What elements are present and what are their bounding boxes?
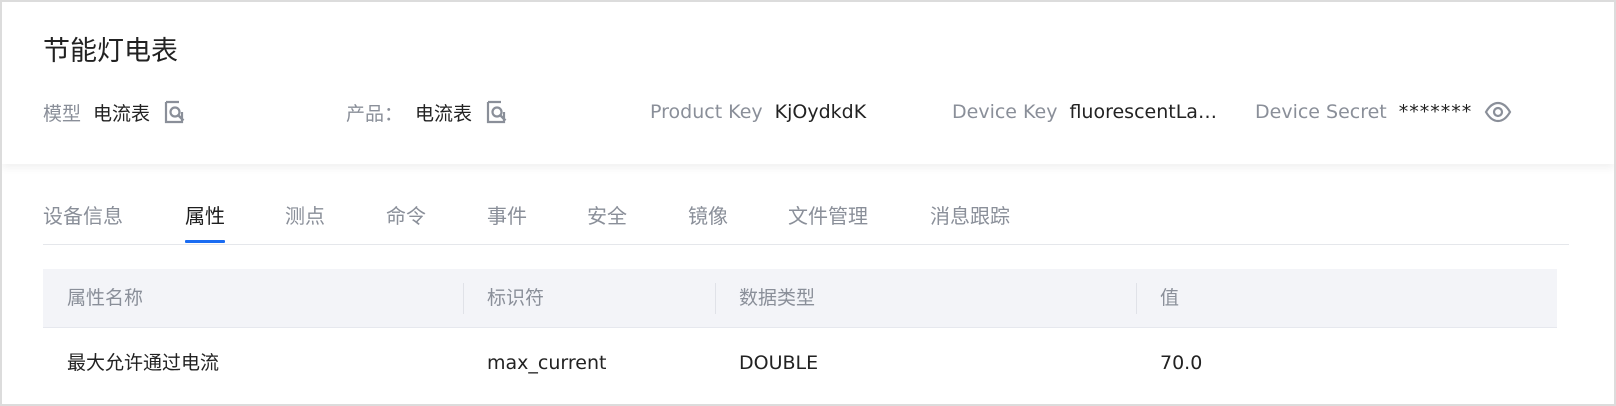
eye-icon[interactable] xyxy=(1484,101,1512,123)
cell-value: 70.0 xyxy=(1160,352,1203,374)
tab-shadow[interactable]: 镜像 xyxy=(688,200,728,243)
cell-identifier: max_current xyxy=(487,352,607,374)
meta-product: 产品： 电流表 xyxy=(346,96,510,128)
search-doc-icon[interactable] xyxy=(162,99,188,125)
product-key-label: Product Key xyxy=(650,101,763,123)
tab-file-management[interactable]: 文件管理 xyxy=(788,200,868,243)
cell-property-name: 最大允许通过电流 xyxy=(67,352,220,374)
table-row: 最大允许通过电流 max_current DOUBLE 70.0 xyxy=(43,328,1557,398)
tab-bar: 设备信息 属性 测点 命令 事件 安全 镜像 文件管理 消息跟踪 xyxy=(43,182,1569,245)
device-key-value: fluorescentLa… xyxy=(1069,101,1217,123)
tab-security[interactable]: 安全 xyxy=(587,200,627,243)
meta-device-secret: Device Secret ******* xyxy=(1255,96,1512,128)
tab-measure-points[interactable]: 测点 xyxy=(285,200,325,243)
column-header-value: 值 xyxy=(1136,269,1557,328)
meta-device-key: Device Key fluorescentLa… xyxy=(952,96,1217,128)
device-key-label: Device Key xyxy=(952,101,1058,123)
column-header-identifier: 标识符 xyxy=(463,269,715,328)
product-key-value: KjOydkdK xyxy=(774,101,867,123)
meta-product-key: Product Key KjOydkdK xyxy=(650,96,866,128)
column-header-name: 属性名称 xyxy=(67,287,144,309)
meta-model-value: 电流表 xyxy=(93,102,151,125)
tab-message-trace[interactable]: 消息跟踪 xyxy=(930,200,1010,243)
meta-model-label: 模型 xyxy=(43,102,82,125)
device-detail-panel: 节能灯电表 模型 电流表 产品： 电流表 Product Key KjOydkd… xyxy=(0,0,1616,406)
meta-product-value: 电流表 xyxy=(415,102,473,125)
page-title: 节能灯电表 xyxy=(43,36,178,67)
tab-commands[interactable]: 命令 xyxy=(386,200,426,243)
cell-data-type: DOUBLE xyxy=(739,352,819,374)
search-doc-icon[interactable] xyxy=(484,99,510,125)
meta-model: 模型 电流表 xyxy=(43,96,188,128)
tab-properties[interactable]: 属性 xyxy=(185,200,225,243)
tab-events[interactable]: 事件 xyxy=(487,200,527,243)
tab-device-info[interactable]: 设备信息 xyxy=(43,200,123,243)
meta-product-label: 产品： xyxy=(346,102,404,125)
device-header: 节能灯电表 模型 电流表 产品： 电流表 Product Key KjOydkd… xyxy=(2,2,1614,164)
properties-table: 属性名称 标识符 数据类型 值 最大允许通过电流 max_current DOU… xyxy=(43,269,1557,398)
device-secret-label: Device Secret xyxy=(1255,101,1387,123)
table-header: 属性名称 标识符 数据类型 值 xyxy=(43,269,1557,328)
column-header-data-type: 数据类型 xyxy=(715,269,1136,328)
device-secret-value: ******* xyxy=(1398,101,1473,123)
